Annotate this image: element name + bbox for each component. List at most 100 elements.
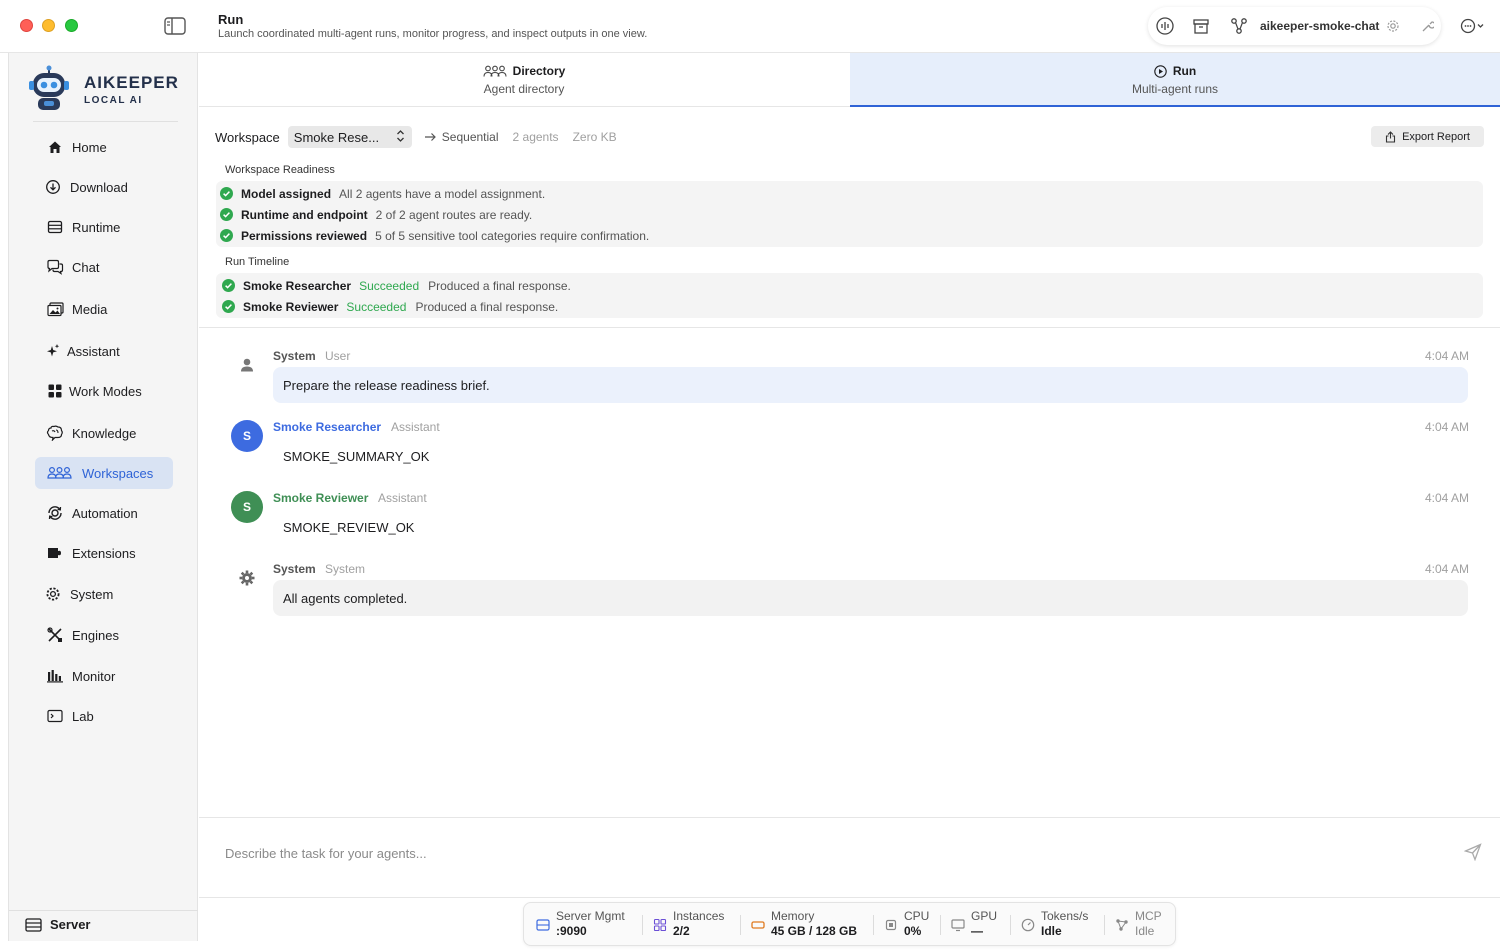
brand-logo: AIKEEPER LOCAL AI (27, 65, 187, 115)
sidebar-item-server[interactable]: Server (25, 917, 90, 932)
export-report-button[interactable]: Export Report (1371, 126, 1484, 147)
people-icon (46, 464, 72, 482)
timeline-item[interactable]: Smoke Researcher Succeeded Produced a fi… (222, 275, 571, 296)
divider (199, 897, 1500, 898)
sidebar-item-workspaces[interactable]: Workspaces (35, 457, 173, 489)
sidebar-item-home[interactable]: Home (35, 131, 173, 163)
sidebar-item-system[interactable]: System (35, 578, 173, 610)
readiness-item: Runtime and endpoint 2 of 2 agent routes… (220, 204, 532, 225)
sidebar-item-engines[interactable]: Engines (35, 619, 173, 651)
status-value: :9090 (556, 924, 587, 938)
status-tokens[interactable]: Tokens/s Idle (1021, 909, 1088, 939)
status-label: Memory (771, 909, 815, 923)
workspace-bar: Workspace Smoke Rese... Sequential 2 age… (215, 125, 1485, 149)
status-bar: Server Mgmt:9090 Instances 2/2 Memory 45 G… (523, 902, 1176, 946)
sidebar-item-label: Extensions (72, 545, 136, 561)
status-value: 2/2 (673, 924, 690, 938)
wrench-icon[interactable] (1420, 19, 1434, 33)
bars-icon (46, 667, 64, 685)
status-server-mgmt[interactable]: Server Mgmt:9090 (536, 909, 625, 939)
sidebar-item-label: Download (70, 179, 128, 195)
run-mode-label: Sequential (441, 130, 499, 144)
run-mode[interactable]: Sequential (424, 130, 499, 144)
workspace-size: Zero KB (572, 130, 617, 144)
sidebar-item-work-modes[interactable]: Work Modes (35, 375, 173, 407)
toolbar-model-label[interactable]: aikeeper-smoke-chat (1260, 19, 1379, 33)
sidebar-item-automation[interactable]: Automation (35, 497, 173, 529)
sidebar-item-extensions[interactable]: Extensions (35, 537, 173, 569)
sidebar-item-assistant[interactable]: Assistant (35, 335, 173, 367)
task-input[interactable] (225, 843, 1425, 863)
sidebar-item-download[interactable]: Download (35, 171, 173, 203)
gauge-icon (1021, 918, 1035, 932)
readiness-key: Runtime and endpoint (241, 207, 368, 222)
status-value: Idle (1041, 924, 1062, 938)
divider (9, 910, 198, 911)
message-text: SMOKE_REVIEW_OK (283, 520, 415, 535)
status-label: Instances (673, 909, 725, 923)
archive-icon[interactable] (1192, 17, 1210, 35)
timeline-item[interactable]: Smoke Reviewer Succeeded Produced a fina… (222, 296, 558, 317)
message-time: 4:04 AM (1424, 420, 1469, 434)
workspace-label: Workspace (215, 129, 280, 145)
sidebar-item-monitor[interactable]: Monitor (35, 660, 173, 692)
readiness-key: Permissions reviewed (241, 228, 368, 243)
sparkle-icon (44, 342, 62, 360)
brand-subtitle: LOCAL AI (84, 95, 143, 106)
status-memory[interactable]: Memory 45 GB / 128 GB (751, 909, 857, 939)
status-gpu[interactable]: GPU — (951, 909, 997, 939)
sidebar-item-knowledge[interactable]: Knowledge (35, 417, 173, 449)
sidebar-item-lab[interactable]: Lab (35, 700, 173, 732)
tab-run[interactable]: Run Multi-agent runs (850, 53, 1500, 107)
terminal-icon (46, 707, 64, 725)
timeline-agent: Smoke Researcher (243, 278, 352, 293)
gear-icon (239, 570, 255, 586)
minimize-window-button[interactable] (42, 19, 55, 32)
automation-icon (46, 504, 64, 522)
timeline-title: Run Timeline (225, 256, 290, 268)
status-value: 0% (904, 924, 922, 938)
message-bubble: All agents completed. (273, 580, 1468, 616)
sidebar-toggle-icon[interactable] (164, 17, 186, 35)
server-icon (536, 919, 550, 931)
sidebar-item-label: System (70, 586, 114, 602)
message-text: Prepare the release readiness brief. (283, 377, 490, 393)
workspace-select-value: Smoke Rese... (293, 129, 380, 145)
sidebar-item-chat[interactable]: Chat (35, 251, 173, 283)
waveform-icon[interactable] (1156, 17, 1174, 35)
person-icon (241, 358, 253, 372)
message-text: All agents completed. (283, 590, 408, 606)
send-icon[interactable] (1464, 843, 1482, 861)
status-cpu[interactable]: CPU 0% (884, 909, 929, 939)
divider (33, 121, 178, 122)
export-report-label: Export Report (1402, 130, 1470, 143)
tab-directory[interactable]: Directory Agent directory (199, 53, 849, 107)
server-label: Server (50, 917, 91, 932)
zoom-window-button[interactable] (65, 19, 78, 32)
more-options-icon[interactable] (1458, 15, 1488, 37)
status-mcp[interactable]: MCP Idle (1115, 909, 1162, 939)
readiness-item: Model assigned All 2 agents have a model… (220, 183, 545, 204)
sidebar-item-label: Home (72, 139, 107, 155)
status-label: Tokens/s (1041, 909, 1089, 923)
status-label: GPU (971, 909, 998, 923)
brand-title: AIKEEPER (84, 73, 179, 92)
brain-icon (46, 424, 64, 442)
play-circle-icon (1154, 64, 1167, 78)
workspace-select[interactable]: Smoke Rese... (287, 126, 412, 148)
status-instances[interactable]: Instances 2/2 (653, 909, 724, 939)
close-window-button[interactable] (20, 19, 33, 32)
sidebar-item-label: Work Modes (69, 383, 142, 399)
tab-run-title: Run (1172, 64, 1197, 78)
check-circle-icon (220, 229, 233, 242)
settings-icon[interactable] (1386, 19, 1400, 33)
sidebar-item-runtime[interactable]: Runtime (35, 211, 173, 243)
sidebar-item-media[interactable]: Media (35, 293, 173, 325)
status-value: 45 GB / 128 GB (771, 924, 858, 938)
message-author: Smoke Researcher (273, 420, 382, 434)
check-circle-icon (222, 279, 235, 292)
status-label: CPU (904, 909, 930, 923)
people-icon (483, 65, 507, 77)
workflow-icon[interactable] (1230, 17, 1248, 35)
sidebar-item-label: Lab (72, 708, 94, 724)
